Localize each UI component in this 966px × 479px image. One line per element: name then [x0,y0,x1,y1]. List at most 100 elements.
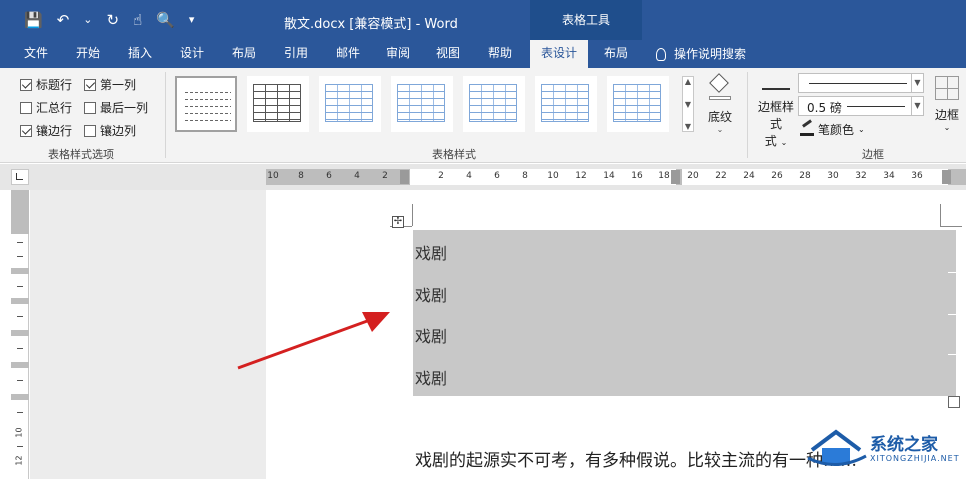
horizontal-ruler[interactable]: 10 8 6 4 2 2 4 6 8 10 12 14 16 18 20 22 … [266,169,966,185]
borders-group-label: 边框 [862,148,884,161]
chevron-down-icon: ▼ [911,74,923,92]
borders-button[interactable]: 边框 ⌄ [930,74,964,146]
scroll-up-icon[interactable]: ▲ [685,77,691,86]
save-icon[interactable]: 💾 [24,11,43,29]
watermark-subtitle: XITONGZHIJIA.NET [870,454,960,463]
chevron-down-icon: ⌄ [716,125,724,134]
redo-icon[interactable]: ↻ [106,11,119,29]
table-style-grid[interactable] [247,76,309,132]
banded-columns-option[interactable]: 镶边列 [84,122,136,139]
gallery-more-icon[interactable]: ▼ [685,122,691,131]
ruler-tick: 2 [438,171,444,181]
ruler-tick: 20 [687,171,699,181]
ruler-tick: 16 [631,171,643,181]
total-row-label: 汇总行 [36,101,73,115]
last-column-checkbox[interactable] [84,101,96,114]
ruler-tick: 12 [575,171,587,181]
table-style-light-2[interactable] [391,76,453,132]
first-column-checkbox[interactable] [84,78,96,91]
ruler-tick: 8 [298,171,304,181]
undo-icon[interactable]: ↶ [57,11,70,29]
tab-home[interactable]: 开始 [66,40,110,68]
header-row-option[interactable]: 标题行 [20,76,72,93]
undo-dropdown-icon[interactable]: ⌄ [83,11,92,29]
ruler-tick: 10 [267,171,279,181]
tab-selector[interactable] [11,169,29,185]
red-arrow-annotation [237,312,390,370]
table-style-plain[interactable] [175,76,237,132]
border-styles-button[interactable]: 边框样式 式 ⌄ [755,74,797,148]
table-styles-gallery [175,76,681,138]
banded-columns-checkbox[interactable] [84,124,96,137]
last-column-option[interactable]: 最后一列 [84,99,148,116]
customize-qat-icon[interactable]: ▾ [189,11,195,29]
vertical-ruler[interactable]: 10 12 [11,190,29,479]
house-logo-icon [807,429,867,466]
column-marker[interactable] [671,170,680,184]
border-styles-label-line2: 式 ⌄ [764,134,788,148]
table-style-light-5[interactable] [607,76,669,132]
pen-color-button[interactable]: 笔颜色 ⌄ [800,121,865,138]
left-indent-marker[interactable] [400,170,409,184]
banded-rows-checkbox[interactable] [20,124,32,137]
title-bar: 💾 ↶ ⌄ ↻ ☝ 🔍 ▾ 散文.docx [兼容模式] - Word 表格工具 [0,0,966,40]
border-line-icon [762,88,790,90]
table-resize-handle[interactable] [948,396,960,408]
pen-color-label: 笔颜色 [818,123,855,137]
ruler-tick: 34 [883,171,895,181]
ruler-tick: 30 [827,171,839,181]
table-cell[interactable]: 戏剧 [415,365,447,389]
group-separator [165,72,166,158]
tell-me-label: 操作说明搜索 [674,47,747,61]
scroll-down-icon[interactable]: ▼ [685,100,691,109]
tab-review[interactable]: 审阅 [376,40,420,68]
vertical-ruler-number: 10 [14,427,24,438]
table-cell[interactable]: 戏剧 [415,282,447,306]
table-style-light-3[interactable] [463,76,525,132]
tab-table-design[interactable]: 表设计 [530,40,588,68]
body-paragraph[interactable]: 戏剧的起源实不可考，有多种假说。比较主流的有一种…… [415,446,857,471]
header-row-checkbox[interactable] [20,78,32,91]
tab-help[interactable]: 帮助 [478,40,522,68]
banded-columns-label: 镶边列 [100,124,137,138]
tab-insert[interactable]: 插入 [118,40,162,68]
gallery-scroll[interactable]: ▲ ▼ ▼ [682,76,694,132]
chevron-down-icon: ⌄ [858,125,865,134]
border-styles-label: 边框样式 [757,100,794,131]
ruler-tick: 22 [715,171,727,181]
tab-mailings[interactable]: 邮件 [326,40,370,68]
tab-references[interactable]: 引用 [274,40,318,68]
paint-bucket-icon [707,73,733,100]
table-style-light-4[interactable] [535,76,597,132]
selected-table[interactable]: 戏剧 戏剧 戏剧 戏剧 [413,230,956,396]
tab-design[interactable]: 设计 [170,40,214,68]
ruler-tick: 32 [855,171,867,181]
table-move-handle-icon[interactable]: ✢ [392,216,404,228]
tab-view[interactable]: 视图 [426,40,470,68]
line-style-dropdown[interactable]: ▼ [798,73,924,93]
total-row-checkbox[interactable] [20,101,32,114]
shading-button[interactable]: 底纹 ⌄ [700,73,740,144]
site-watermark: 系统之家 XITONGZHIJIA.NET [806,424,966,472]
tab-file[interactable]: 文件 [14,40,58,68]
table-cell[interactable]: 戏剧 [415,240,447,264]
table-style-light-1[interactable] [319,76,381,132]
ruler-tick: 4 [466,171,472,181]
ruler-tick: 36 [911,171,923,181]
print-preview-icon[interactable]: 🔍 [156,11,175,29]
right-indent-marker[interactable] [942,170,951,184]
ruler-tick: 26 [771,171,783,181]
table-styles-group-label: 表格样式 [432,148,476,161]
ruler-tick: 4 [354,171,360,181]
touch-mode-icon[interactable]: ☝ [133,11,142,29]
first-column-option[interactable]: 第一列 [84,76,136,93]
table-cell[interactable]: 戏剧 [415,323,447,347]
tab-layout[interactable]: 布局 [222,40,266,68]
line-weight-dropdown[interactable]: 0.5 磅 ▼ [798,96,924,116]
total-row-option[interactable]: 汇总行 [20,99,72,116]
ruler-tick: 2 [382,171,388,181]
ruler-tick: 10 [547,171,559,181]
tab-table-layout[interactable]: 布局 [592,40,640,68]
tell-me-search[interactable]: 操作说明搜索 [656,40,746,68]
banded-rows-option[interactable]: 镶边行 [20,122,72,139]
